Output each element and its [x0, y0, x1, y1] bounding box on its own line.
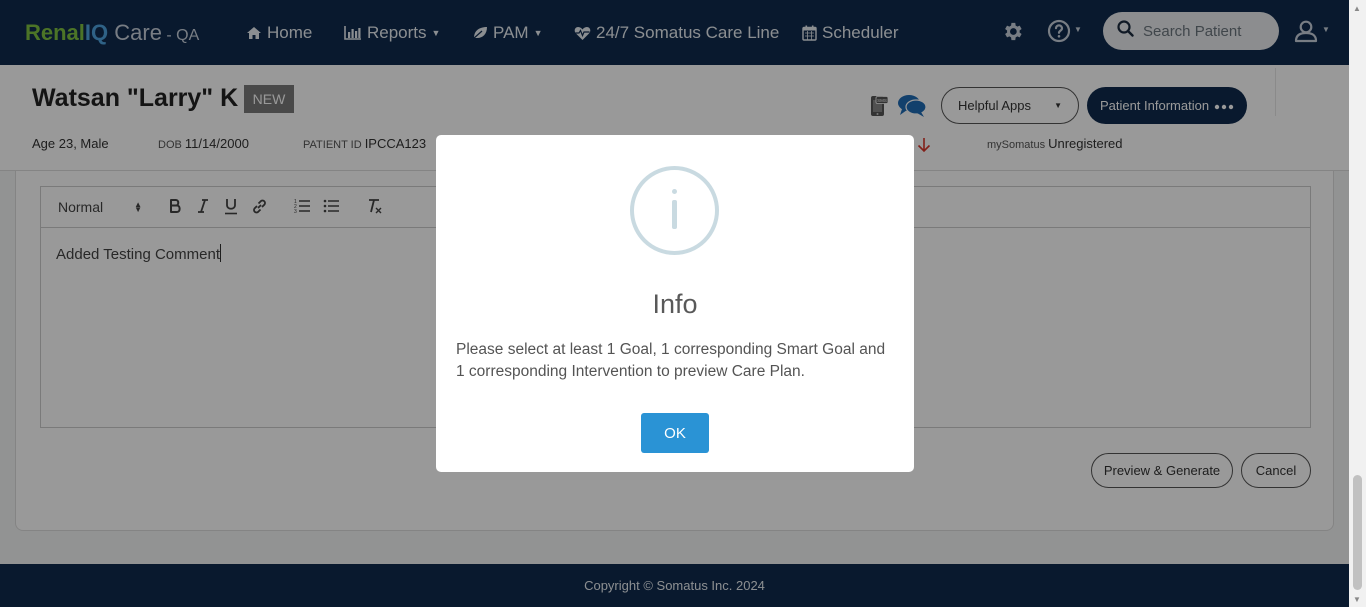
dialog-title: Info [652, 289, 698, 319]
scrollbar-thumb[interactable] [1353, 475, 1362, 590]
info-icon [630, 166, 719, 255]
page-scrollbar[interactable]: ▲ ▼ [1349, 0, 1366, 607]
dialog-message: Please select at least 1 Goal, 1 corresp… [456, 341, 886, 380]
scroll-up-icon[interactable]: ▲ [1353, 4, 1361, 13]
info-dialog: Info Please select at least 1 Goal, 1 co… [436, 135, 914, 472]
scroll-down-icon[interactable]: ▼ [1353, 595, 1361, 604]
ok-button[interactable]: OK [641, 413, 709, 453]
